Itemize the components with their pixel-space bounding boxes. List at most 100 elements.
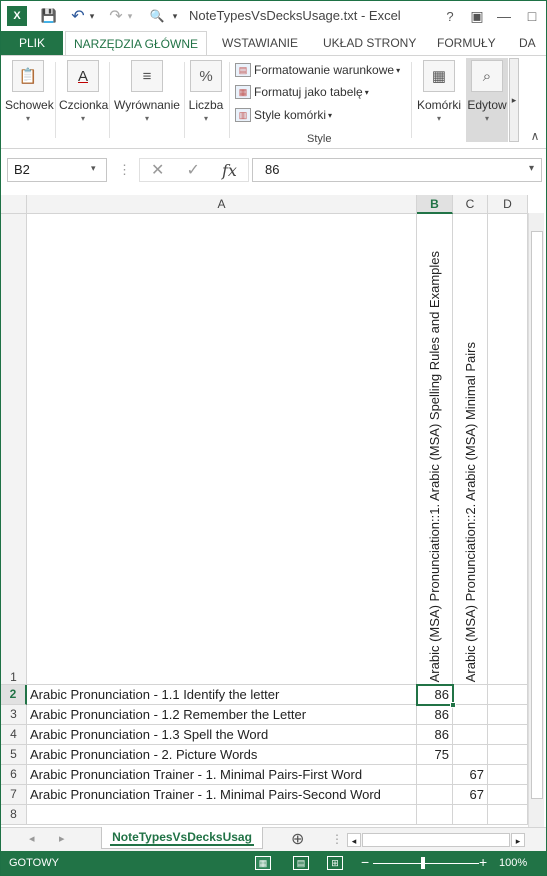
- add-sheet-icon[interactable]: ⊕: [291, 829, 304, 849]
- minimize-button[interactable]: —: [493, 5, 515, 27]
- excel-icon[interactable]: X: [7, 6, 27, 26]
- zoom-slider-thumb[interactable]: [421, 857, 425, 869]
- cell-c6[interactable]: 67: [453, 765, 488, 785]
- tab-insert[interactable]: WSTAWIANIE: [222, 31, 298, 55]
- column-header-c[interactable]: C: [453, 195, 488, 214]
- enter-icon[interactable]: ✓: [187, 160, 200, 180]
- cell-b4[interactable]: 86: [417, 725, 453, 745]
- alignment-group[interactable]: ≡ Wyrównanie ▾: [113, 60, 181, 123]
- tab-home[interactable]: NARZĘDZIA GŁÓWNE: [65, 31, 207, 56]
- cell-c1[interactable]: Arabic (MSA) Pronunciation::2. Arabic (M…: [453, 214, 488, 685]
- undo-icon[interactable]: ↶: [69, 6, 87, 26]
- cell-a2[interactable]: Arabic Pronunciation - 1.1 Identify the …: [27, 685, 417, 705]
- vertical-scrollbar[interactable]: [528, 213, 544, 827]
- page-break-view-icon[interactable]: ⊞: [327, 856, 343, 870]
- print-preview-icon[interactable]: 🔍: [147, 6, 167, 26]
- collapse-ribbon-icon[interactable]: ∧: [527, 128, 543, 144]
- maximize-button[interactable]: □: [521, 5, 543, 27]
- cell-c3[interactable]: [453, 705, 488, 725]
- scroll-left-icon[interactable]: ◂: [347, 833, 361, 847]
- conditional-formatting-button[interactable]: ▤ Formatowanie warunkowe ▾: [235, 60, 400, 80]
- row-header-8[interactable]: 8: [1, 805, 27, 825]
- percent-icon: %: [190, 60, 222, 92]
- cell-d7[interactable]: [488, 785, 528, 805]
- cell-a6[interactable]: Arabic Pronunciation Trainer - 1. Minima…: [27, 765, 417, 785]
- cell-a5[interactable]: Arabic Pronunciation - 2. Picture Words: [27, 745, 417, 765]
- cell-d2[interactable]: [488, 685, 528, 705]
- cell-a1[interactable]: [27, 214, 417, 685]
- ribbon-display-options-icon[interactable]: ▣: [466, 5, 488, 27]
- cell-a3[interactable]: Arabic Pronunciation - 1.2 Remember the …: [27, 705, 417, 725]
- cell-b8[interactable]: [417, 805, 453, 825]
- cell-d1[interactable]: [488, 214, 528, 685]
- cells-group[interactable]: ▦ Komórki ▾: [415, 60, 463, 123]
- expand-formula-bar-icon[interactable]: ▾: [529, 163, 534, 174]
- sheet-tab[interactable]: NoteTypesVsDecksUsag: [101, 827, 263, 849]
- cell-d6[interactable]: [488, 765, 528, 785]
- save-icon[interactable]: 💾: [39, 6, 59, 26]
- zoom-out-button[interactable]: −: [361, 854, 369, 870]
- cell-c7[interactable]: 67: [453, 785, 488, 805]
- worksheet-grid[interactable]: A B C D 1 Arabic (MSA) Pronunciation::1.…: [1, 195, 546, 827]
- row-header-5[interactable]: 5: [1, 745, 27, 765]
- zoom-level[interactable]: 100%: [499, 857, 527, 869]
- tab-file[interactable]: PLIK: [1, 31, 63, 55]
- clipboard-group[interactable]: 📋 Schowek ▾: [5, 60, 54, 123]
- tab-page-layout[interactable]: UKŁAD STRONY: [323, 31, 416, 55]
- cell-c2[interactable]: [453, 685, 488, 705]
- cell-b1[interactable]: Arabic (MSA) Pronunciation::1. Arabic (M…: [417, 214, 453, 685]
- horizontal-scrollbar[interactable]: [362, 833, 510, 847]
- fill-handle[interactable]: [450, 702, 456, 708]
- normal-view-icon[interactable]: ▦: [255, 856, 271, 870]
- cell-a4[interactable]: Arabic Pronunciation - 1.3 Spell the Wor…: [27, 725, 417, 745]
- vertical-scroll-thumb[interactable]: [531, 231, 543, 799]
- cell-d4[interactable]: [488, 725, 528, 745]
- row-header-4[interactable]: 4: [1, 725, 27, 745]
- row-header-7[interactable]: 7: [1, 785, 27, 805]
- row-header-1[interactable]: 1: [1, 214, 27, 685]
- column-header-d[interactable]: D: [488, 195, 528, 214]
- cell-b3[interactable]: 86: [417, 705, 453, 725]
- cell-b6[interactable]: [417, 765, 453, 785]
- cell-b2[interactable]: 86: [417, 685, 453, 705]
- sheet-next-icon[interactable]: ▸: [59, 832, 65, 845]
- column-header-b[interactable]: B: [417, 195, 453, 214]
- cell-d3[interactable]: [488, 705, 528, 725]
- chevron-down-icon[interactable]: ▾: [91, 163, 96, 174]
- cell-a8[interactable]: [27, 805, 417, 825]
- zoom-slider-track[interactable]: [373, 863, 479, 864]
- row-header-6[interactable]: 6: [1, 765, 27, 785]
- formula-input[interactable]: 86: [252, 158, 542, 182]
- undo-dropdown-icon[interactable]: ▾: [87, 6, 97, 26]
- row-header-3[interactable]: 3: [1, 705, 27, 725]
- tab-formulas[interactable]: FORMUŁY: [437, 31, 496, 55]
- ribbon-scroll-right-button[interactable]: ▸: [509, 58, 519, 142]
- redo-dropdown-icon[interactable]: ▾: [125, 6, 135, 26]
- zoom-in-button[interactable]: +: [479, 854, 487, 870]
- cell-d8[interactable]: [488, 805, 528, 825]
- column-header-a[interactable]: A: [27, 195, 417, 214]
- customize-qat-icon[interactable]: ▾: [169, 6, 181, 26]
- cell-b5[interactable]: 75: [417, 745, 453, 765]
- cell-styles-button[interactable]: ▥ Style komórki ▾: [235, 105, 332, 125]
- scroll-right-icon[interactable]: ▸: [511, 833, 525, 847]
- redo-icon[interactable]: ↷: [107, 6, 125, 26]
- cell-c4[interactable]: [453, 725, 488, 745]
- tab-data[interactable]: DA: [519, 31, 536, 55]
- font-group[interactable]: A Czcionka ▾: [59, 60, 108, 123]
- help-icon[interactable]: ?: [439, 5, 461, 27]
- format-as-table-button[interactable]: ▦ Formatuj jako tabelę ▾: [235, 82, 369, 102]
- cell-b7[interactable]: [417, 785, 453, 805]
- cell-c8[interactable]: [453, 805, 488, 825]
- cancel-icon[interactable]: ✕: [151, 160, 164, 180]
- select-all-button[interactable]: [1, 195, 27, 214]
- cell-c5[interactable]: [453, 745, 488, 765]
- sheet-prev-icon[interactable]: ◂: [29, 832, 35, 845]
- number-group[interactable]: % Liczba ▾: [187, 60, 225, 123]
- cell-a7[interactable]: Arabic Pronunciation Trainer - 1. Minima…: [27, 785, 417, 805]
- insert-function-icon[interactable]: fx: [222, 161, 237, 180]
- row-header-2[interactable]: 2: [1, 685, 27, 705]
- cell-d5[interactable]: [488, 745, 528, 765]
- page-layout-view-icon[interactable]: ▤: [293, 856, 309, 870]
- editing-group[interactable]: ⌕ Edytow ▾: [466, 58, 508, 142]
